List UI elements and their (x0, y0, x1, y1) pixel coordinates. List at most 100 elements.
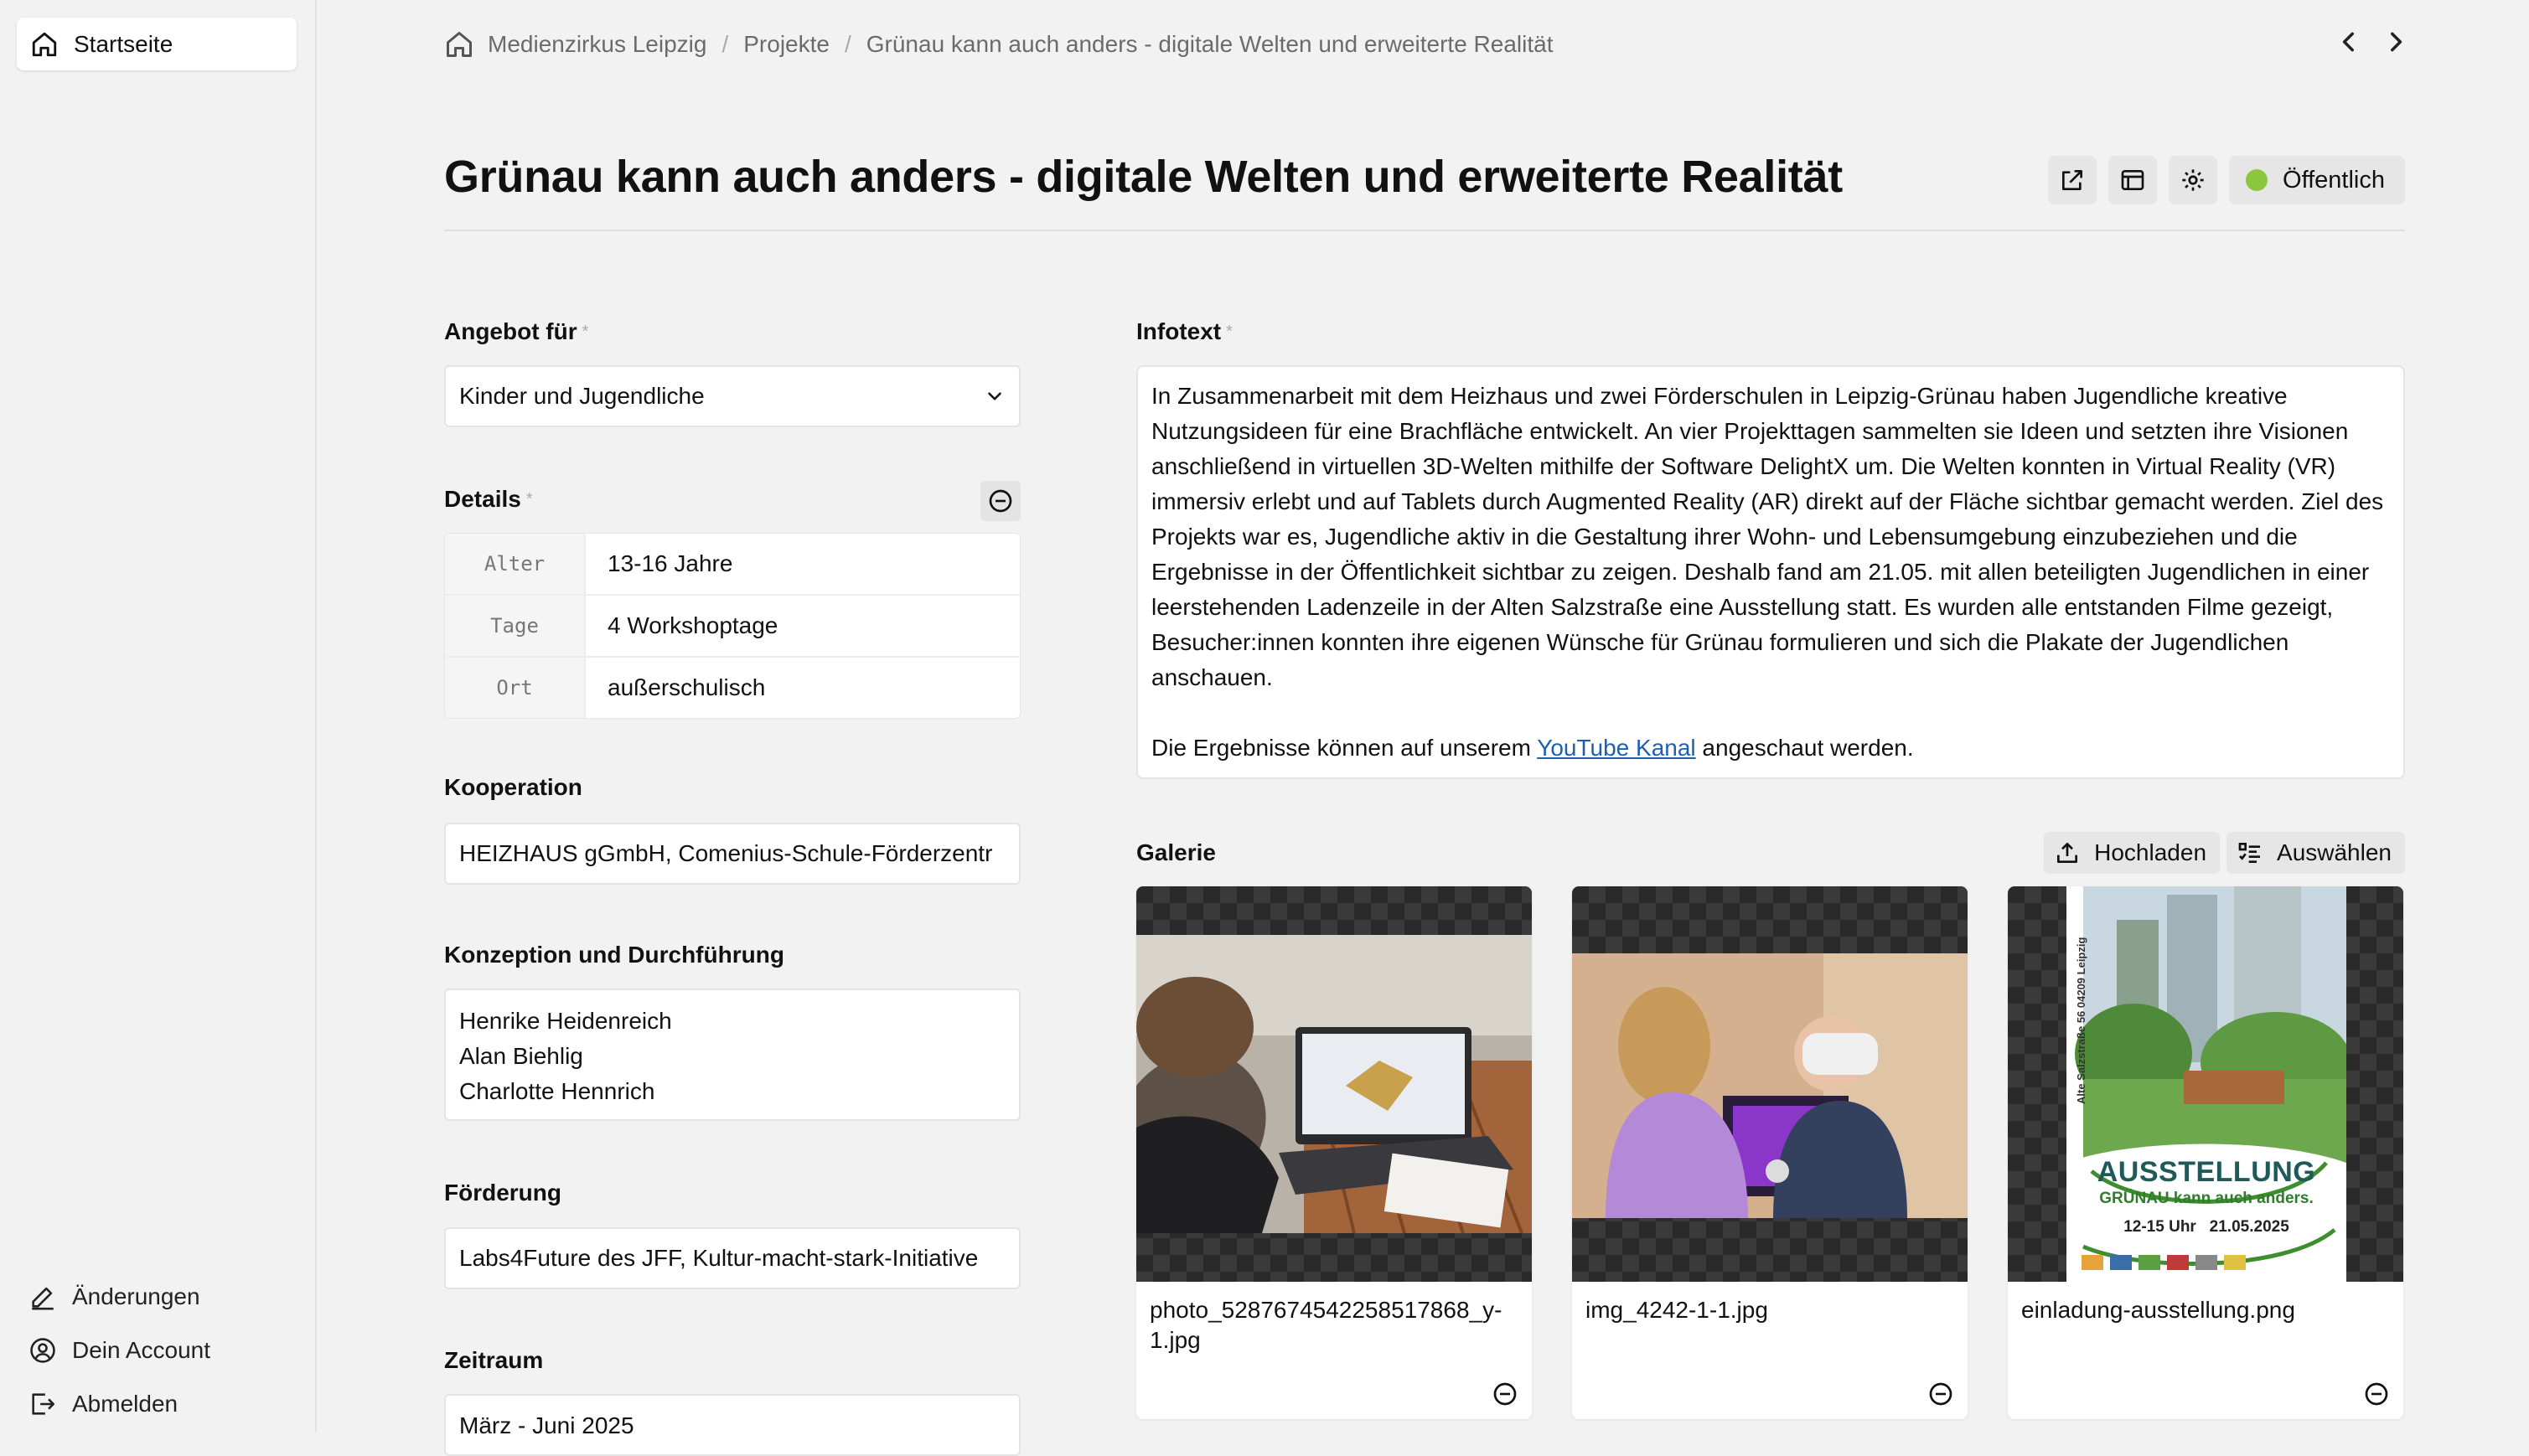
details-label: Details * (444, 486, 533, 513)
photo-vr-headset (1572, 953, 1968, 1218)
minus-circle-icon (989, 489, 1012, 513)
sidebar-bottom-links: Änderungen Dein Account Abmelden (28, 1270, 210, 1431)
breadcrumb-link-projekte[interactable]: Projekte (743, 31, 830, 58)
poster-image: Alte Salzstraße 56 04209 Leipzig AUSSTEL… (2066, 886, 2346, 1282)
required-marker: * (1226, 323, 1233, 341)
konzeption-line: Alan Biehlig (459, 1043, 583, 1069)
infotext-text: Die Ergebnisse können auf unserem (1151, 735, 1538, 761)
poster-date-line: 12-15 Uhr 21.05.2025 (2066, 1218, 2346, 1237)
photo-workshop-laptop (1136, 935, 1532, 1233)
sidebar: Startseite Änderungen Dein Account Abmel… (0, 0, 317, 1433)
details-value-input[interactable]: außerschulisch (586, 658, 765, 718)
kooperation-input[interactable]: HEIZHAUS gGmbH, Comenius-Schule-Förderze… (444, 823, 1021, 885)
browser-window-icon (2121, 170, 2144, 190)
sidebar-item-label: Abmelden (72, 1391, 178, 1417)
details-value-input[interactable]: 4 Workshoptage (586, 596, 778, 656)
checklist-icon (2238, 843, 2261, 863)
konzeption-line: Henrike Heidenreich (459, 1008, 672, 1034)
table-row: Tage 4 Workshoptage (445, 596, 1020, 658)
sidebar-item-label: Änderungen (72, 1283, 200, 1309)
table-row: Alter 13-16 Jahre (445, 534, 1020, 596)
title-actions: Öffentlich (2048, 156, 2405, 204)
breadcrumb-link-org[interactable]: Medienzirkus Leipzig (488, 31, 706, 58)
galerie-label: Galerie (1136, 839, 1216, 865)
home-icon[interactable] (444, 29, 474, 59)
home-icon (32, 32, 57, 56)
angebot-label: Angebot für * (444, 318, 588, 345)
settings-button[interactable] (2169, 156, 2218, 204)
required-marker: * (582, 323, 589, 341)
infotext-paragraph: Die Ergebnisse können auf unserem YouTub… (1151, 731, 2390, 766)
gallery-card[interactable]: Alte Salzstraße 56 04209 Leipzig AUSSTEL… (2008, 886, 2403, 1419)
sidebar-item-startseite[interactable]: Startseite (17, 18, 297, 70)
poster-date: 21.05.2025 (2209, 1218, 2289, 1236)
infotext-text: angeschaut werden. (1695, 735, 1914, 761)
poster-address: Alte Salzstraße 56 04209 Leipzig (2075, 937, 2087, 1104)
divider (444, 230, 2405, 231)
gallery-card[interactable]: img_4242-1-1.jpg (1572, 886, 1968, 1419)
sidebar-item-account[interactable]: Dein Account (28, 1324, 210, 1377)
details-key: Alter (445, 534, 586, 594)
angebot-label-text: Angebot für (444, 318, 577, 344)
page-nav (2339, 28, 2406, 55)
angebot-select[interactable]: Kinder und Jugendliche (444, 365, 1021, 427)
gallery-card[interactable]: photo_5287674542258517868_y-1.jpg (1136, 886, 1532, 1419)
zeitraum-input[interactable]: März - Juni 2025 (444, 1394, 1021, 1456)
chevron-down-icon (988, 392, 1001, 400)
status-label: Öffentlich (2283, 166, 2385, 194)
poster-time: 12-15 Uhr (2123, 1218, 2196, 1236)
minus-circle-icon[interactable] (2363, 1381, 2390, 1407)
remove-details-button[interactable] (980, 481, 1021, 521)
gallery-thumbnail (1572, 886, 1968, 1282)
logout-icon (32, 1393, 55, 1415)
sidebar-item-label: Startseite (74, 30, 173, 57)
chevron-right-icon[interactable] (2384, 28, 2406, 55)
preview-button[interactable] (2108, 156, 2158, 204)
foerderung-label: Förderung (444, 1180, 561, 1206)
gallery-filename: einladung-ausstellung.png (2021, 1297, 2295, 1323)
konzeption-textarea[interactable]: Henrike Heidenreich Alan Biehlig Charlot… (444, 989, 1021, 1121)
details-key: Tage (445, 596, 586, 656)
gear-icon (2182, 169, 2204, 191)
minus-circle-icon[interactable] (1492, 1381, 1518, 1407)
chevron-left-icon[interactable] (2339, 28, 2361, 55)
sidebar-item-aenderungen[interactable]: Änderungen (28, 1270, 210, 1324)
user-circle-icon (30, 1338, 55, 1363)
main-content: Medienzirkus Leipzig / Projekte / Grünau… (444, 0, 2406, 1456)
select-button[interactable]: Auswählen (2226, 832, 2405, 874)
foerderung-input[interactable]: Labs4Future des JFF, Kultur-macht-stark-… (444, 1227, 1021, 1289)
select-label: Auswählen (2277, 839, 2392, 865)
external-link-icon (2062, 170, 2083, 190)
upload-label: Hochladen (2094, 839, 2207, 865)
sidebar-item-label: Dein Account (72, 1337, 210, 1363)
details-table: Alter 13-16 Jahre Tage 4 Workshoptage Or… (444, 533, 1021, 719)
poster-subtitle: GRÜNAU kann auch anders. (2099, 1190, 2314, 1207)
zeitraum-label: Zeitraum (444, 1347, 544, 1373)
visibility-status-button[interactable]: Öffentlich (2229, 156, 2405, 204)
table-row: Ort außerschulisch (445, 658, 1020, 718)
kooperation-label: Kooperation (444, 774, 582, 800)
status-dot (2246, 169, 2268, 191)
open-external-button[interactable] (2048, 156, 2097, 204)
breadcrumb: Medienzirkus Leipzig / Projekte / Grünau… (444, 25, 1554, 64)
gallery-thumbnail (1136, 886, 1532, 1282)
pencil-icon (32, 1287, 54, 1310)
konzeption-label: Konzeption und Durchführung (444, 942, 784, 968)
details-label-text: Details (444, 486, 521, 512)
details-key: Ort (445, 658, 586, 718)
infotext-paragraph: In Zusammenarbeit mit dem Heizhaus und z… (1151, 383, 2384, 690)
breadcrumb-separator: / (844, 31, 851, 57)
sidebar-item-abmelden[interactable]: Abmelden (28, 1377, 210, 1431)
details-value-input[interactable]: 13-16 Jahre (586, 534, 732, 594)
breadcrumb-separator: / (721, 31, 729, 57)
poster-sponsor-logos (2082, 1255, 2333, 1270)
infotext-editor[interactable]: In Zusammenarbeit mit dem Heizhaus und z… (1136, 365, 2405, 779)
angebot-select-value: Kinder und Jugendliche (459, 383, 705, 409)
minus-circle-icon[interactable] (1927, 1381, 1954, 1407)
youtube-link[interactable]: YouTube Kanal (1537, 735, 1695, 761)
breadcrumb-current: Grünau kann auch anders - digitale Welte… (866, 31, 1554, 57)
upload-button[interactable]: Hochladen (2044, 832, 2221, 874)
gallery-thumbnail: Alte Salzstraße 56 04209 Leipzig AUSSTEL… (2008, 886, 2403, 1282)
required-marker: * (525, 490, 533, 509)
gallery-filename: img_4242-1-1.jpg (1585, 1297, 1768, 1323)
